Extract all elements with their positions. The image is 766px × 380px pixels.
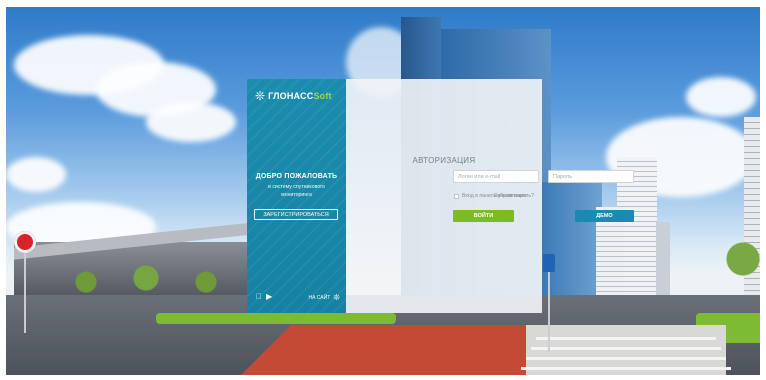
crosswalk-stripe — [526, 357, 726, 360]
login-dialog: ❊ ГЛОНАССSoft ДОБРО ПОЖАЛОВАТЬ в систему… — [247, 79, 634, 313]
app-store-links:  ▶ — [256, 293, 272, 301]
cloud — [686, 77, 756, 117]
sign-pole — [548, 272, 550, 352]
auth-form: АВТОРИЗАЦИЯ Вход в панель управления Заб… — [346, 79, 634, 313]
logo: ❊ ГЛОНАССSoft — [255, 90, 332, 102]
welcome-subtitle: в систему спутникового мониторинга — [268, 184, 325, 198]
register-button[interactable]: ЗАРЕГИСТРИРОВАТЬСЯ — [254, 209, 338, 220]
glonass-satellite-icon: ❊ — [255, 89, 266, 103]
brand-panel: ❊ ГЛОНАССSoft ДОБРО ПОЖАЛОВАТЬ в систему… — [247, 79, 346, 313]
login-button[interactable]: ВОЙТИ — [453, 210, 514, 222]
google-play-icon[interactable]: ▶ — [266, 293, 272, 301]
logo-main-text: ГЛОНАСС — [268, 91, 314, 101]
apple-icon[interactable]:  — [256, 293, 262, 301]
password-input[interactable] — [548, 170, 634, 183]
auth-title: АВТОРИЗАЦИЯ — [412, 156, 476, 165]
site-link-label: НА САЙТ — [308, 295, 331, 301]
sign-pole — [24, 253, 26, 333]
glonass-satellite-icon: ❊ — [333, 293, 340, 302]
welcome-heading: ДОБРО ПОЖАЛОВАТЬ — [255, 173, 338, 180]
logo-suffix-text: Soft — [313, 91, 332, 101]
no-entry-sign — [14, 231, 36, 253]
panel-login-checkbox[interactable] — [454, 193, 459, 199]
cloud — [6, 157, 66, 192]
cloud — [146, 102, 236, 142]
logo-text: ГЛОНАССSoft — [268, 91, 332, 101]
crosswalk-stripe — [521, 367, 731, 370]
crosswalk-stripe — [531, 347, 721, 350]
login-input[interactable] — [453, 170, 539, 183]
lawn — [156, 313, 396, 324]
distant-building — [656, 222, 670, 297]
crosswalk-stripe — [536, 337, 716, 340]
glass-tower — [542, 182, 602, 302]
bike-sign — [543, 254, 555, 272]
demo-button[interactable]: ДЕМО — [575, 210, 634, 222]
forgot-password-link[interactable]: Забыли пароль? — [494, 193, 534, 199]
site-link[interactable]: НА САЙТ ❊ — [308, 294, 340, 302]
